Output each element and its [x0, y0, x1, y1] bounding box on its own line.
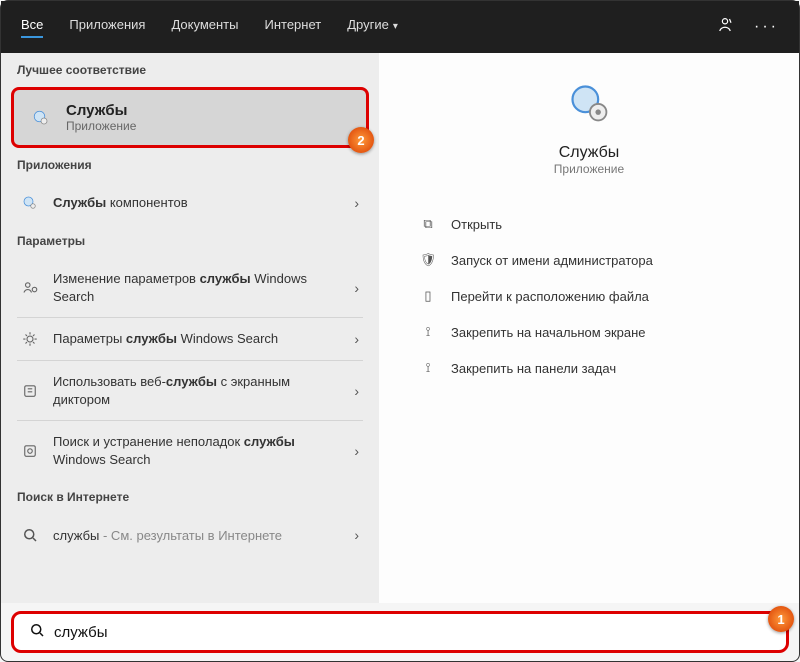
result-narrator-web[interactable]: Использовать веб-службы с экранным дикто… [1, 361, 379, 420]
admin-icon: 🛡 [419, 252, 437, 268]
annotation-badge-2: 2 [348, 127, 374, 153]
best-match-subtitle: Приложение [66, 119, 136, 133]
tab-all[interactable]: Все [21, 17, 43, 38]
action-run-admin[interactable]: 🛡Запуск от имени администратора [419, 242, 759, 278]
settings-label: Параметры [1, 224, 379, 258]
action-open-location[interactable]: ▯Перейти к расположению файла [419, 278, 759, 314]
search-input[interactable] [54, 624, 772, 641]
gear-user-icon [21, 279, 39, 297]
preview-title: Службы [419, 144, 759, 162]
result-change-search-settings[interactable]: Изменение параметров службы Windows Sear… [1, 258, 379, 317]
chevron-down-icon: ▾ [393, 21, 398, 32]
preview-subtitle: Приложение [419, 162, 759, 176]
pin-taskbar-icon: ⟟ [419, 360, 437, 376]
gear-icon [21, 330, 39, 348]
feedback-icon[interactable] [716, 16, 734, 39]
folder-icon: ▯ [419, 288, 437, 304]
result-component-services[interactable]: Службы компонентов › [1, 182, 379, 224]
tab-more[interactable]: Другие▾ [347, 17, 398, 38]
chevron-right-icon: › [354, 527, 359, 543]
top-bar: Все Приложения Документы Интернет Другие… [1, 1, 799, 53]
action-pin-taskbar[interactable]: ⟟Закрепить на панели задач [419, 350, 759, 386]
action-open[interactable]: ⧉Открыть [419, 206, 759, 242]
search-icon [28, 621, 46, 644]
component-services-icon [21, 194, 39, 212]
chevron-right-icon: › [354, 195, 359, 211]
best-match-label: Лучшее соответствие [1, 53, 379, 87]
hero-services-icon [419, 81, 759, 130]
chevron-right-icon: › [354, 383, 359, 399]
chevron-right-icon: › [354, 280, 359, 296]
apps-label: Приложения [1, 148, 379, 182]
search-web-icon [21, 526, 39, 544]
result-search-settings[interactable]: Параметры службы Windows Search › [1, 318, 379, 360]
troubleshoot-icon [21, 442, 39, 460]
result-troubleshoot-search[interactable]: Поиск и устранение неполадок службы Wind… [1, 421, 379, 480]
preview-panel: Службы Приложение ⧉Открыть 🛡Запуск от им… [379, 53, 799, 603]
annotation-badge-1: 1 [768, 606, 794, 632]
chevron-right-icon: › [354, 331, 359, 347]
action-pin-start[interactable]: ⟟Закрепить на начальном экране [419, 314, 759, 350]
tab-documents[interactable]: Документы [171, 17, 238, 38]
web-results-label: Поиск в Интернете [1, 480, 379, 514]
result-web-search[interactable]: службы - См. результаты в Интернете › [1, 514, 379, 556]
services-icon [30, 107, 52, 129]
narrator-icon [21, 382, 39, 400]
more-icon[interactable]: ··· [754, 18, 779, 36]
tab-web[interactable]: Интернет [264, 17, 321, 38]
tab-apps[interactable]: Приложения [69, 17, 145, 38]
results-panel: Лучшее соответствие Службы Приложение 2 … [1, 53, 379, 603]
best-match-item[interactable]: Службы Приложение 2 [11, 87, 369, 148]
chevron-right-icon: › [354, 443, 359, 459]
search-bar[interactable]: 1 [11, 611, 789, 653]
pin-start-icon: ⟟ [419, 324, 437, 340]
best-match-title: Службы [66, 102, 136, 119]
open-icon: ⧉ [419, 216, 437, 232]
